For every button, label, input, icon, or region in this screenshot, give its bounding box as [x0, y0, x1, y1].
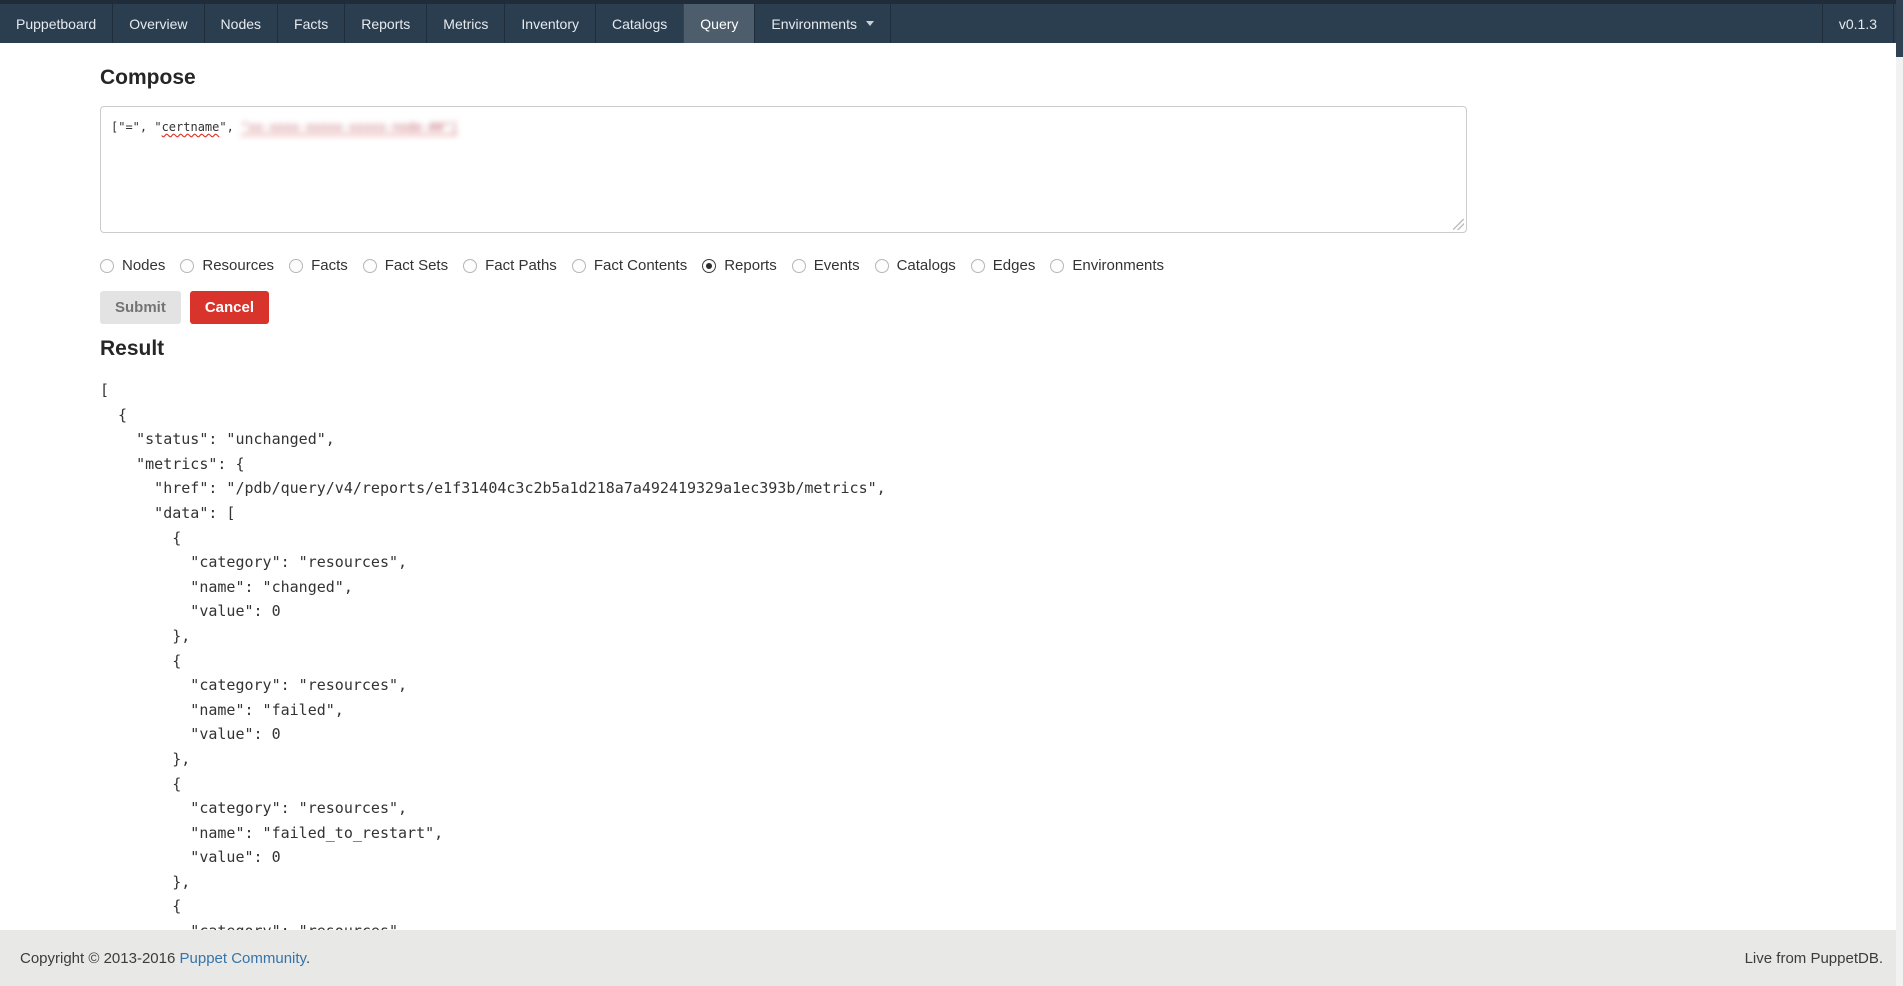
radio-label: Reports [724, 257, 777, 274]
nav-item-metrics[interactable]: Metrics [426, 4, 504, 43]
radio-circle-selected-icon [702, 259, 716, 273]
radio-label: Fact Sets [385, 257, 448, 274]
radio-label: Fact Paths [485, 257, 557, 274]
submit-button[interactable]: Submit [100, 291, 181, 324]
result-heading: Result [100, 336, 1903, 362]
radio-circle-icon [363, 259, 377, 273]
nav-item-facts[interactable]: Facts [277, 4, 344, 43]
copyright-period: . [306, 950, 310, 967]
radio-label: Fact Contents [594, 257, 687, 274]
radio-circle-icon [463, 259, 477, 273]
query-text-separator: ", [219, 120, 241, 134]
endpoint-radio-group: Nodes Resources Facts Fact Sets Fact Pat… [100, 257, 1903, 274]
form-actions: Submit Cancel [100, 291, 1903, 324]
main-content: Compose ["=", "certname", "xx-xxxx-xxxxx… [0, 65, 1903, 944]
endpoint-radio-fact-contents[interactable]: Fact Contents [572, 257, 687, 274]
endpoint-radio-facts[interactable]: Facts [289, 257, 348, 274]
radio-circle-icon [100, 259, 114, 273]
textarea-resize-handle[interactable] [1453, 219, 1464, 230]
radio-circle-icon [572, 259, 586, 273]
nav-item-nodes[interactable]: Nodes [204, 4, 277, 43]
endpoint-radio-events[interactable]: Events [792, 257, 860, 274]
query-text-certname: certname [162, 120, 220, 134]
radio-circle-icon [1050, 259, 1064, 273]
result-json-output: [ { "status": "unchanged", "metrics": { … [100, 378, 1903, 944]
nav-item-reports[interactable]: Reports [344, 4, 426, 43]
navbar-menu: Overview Nodes Facts Reports Metrics Inv… [112, 4, 891, 43]
radio-circle-icon [792, 259, 806, 273]
radio-circle-icon [180, 259, 194, 273]
nav-item-catalogs[interactable]: Catalogs [595, 4, 683, 43]
radio-label: Events [814, 257, 860, 274]
puppetboard-page: Puppetboard Overview Nodes Facts Reports… [0, 0, 1903, 986]
query-text-open: ["=", " [111, 120, 162, 134]
vertical-scrollbar[interactable] [1896, 0, 1903, 986]
endpoint-radio-fact-paths[interactable]: Fact Paths [463, 257, 557, 274]
query-text-redacted-hostname: "xx-xxxx-xxxxx-xxxxx-node-##"] [241, 120, 458, 134]
endpoint-radio-nodes[interactable]: Nodes [100, 257, 165, 274]
copyright-text: Copyright © 2013-2016 Puppet Community. [20, 950, 310, 967]
radio-label: Edges [993, 257, 1036, 274]
radio-circle-icon [875, 259, 889, 273]
nav-item-overview[interactable]: Overview [112, 4, 203, 43]
nav-item-inventory[interactable]: Inventory [504, 4, 595, 43]
radio-label: Catalogs [897, 257, 956, 274]
navbar-version: v0.1.3 [1822, 4, 1894, 43]
scrollbar-thumb[interactable] [1896, 0, 1903, 57]
endpoint-radio-fact-sets[interactable]: Fact Sets [363, 257, 448, 274]
top-navbar: Puppetboard Overview Nodes Facts Reports… [0, 0, 1903, 43]
navbar-brand[interactable]: Puppetboard [0, 4, 112, 43]
radio-circle-icon [289, 259, 303, 273]
radio-label: Environments [1072, 257, 1164, 274]
endpoint-radio-catalogs[interactable]: Catalogs [875, 257, 956, 274]
cancel-button[interactable]: Cancel [190, 291, 269, 324]
endpoint-radio-edges[interactable]: Edges [971, 257, 1036, 274]
query-textarea[interactable]: ["=", "certname", "xx-xxxx-xxxxx-xxxxx-n… [100, 106, 1467, 233]
endpoint-radio-environments[interactable]: Environments [1050, 257, 1164, 274]
copyright-years: Copyright © 2013-2016 [20, 950, 175, 967]
radio-label: Facts [311, 257, 348, 274]
endpoint-radio-reports[interactable]: Reports [702, 257, 777, 274]
radio-label: Nodes [122, 257, 165, 274]
compose-heading: Compose [100, 65, 1903, 91]
radio-label: Resources [202, 257, 274, 274]
live-from-puppetdb-text: Live from PuppetDB. [1745, 950, 1883, 967]
puppet-community-link[interactable]: Puppet Community [180, 950, 306, 967]
nav-item-query[interactable]: Query [683, 4, 754, 43]
environments-label: Environments [771, 16, 857, 32]
nav-item-environments[interactable]: Environments [754, 4, 891, 43]
radio-circle-icon [971, 259, 985, 273]
endpoint-radio-resources[interactable]: Resources [180, 257, 274, 274]
chevron-down-icon [866, 21, 874, 26]
page-footer: Copyright © 2013-2016 Puppet Community. … [0, 930, 1903, 986]
